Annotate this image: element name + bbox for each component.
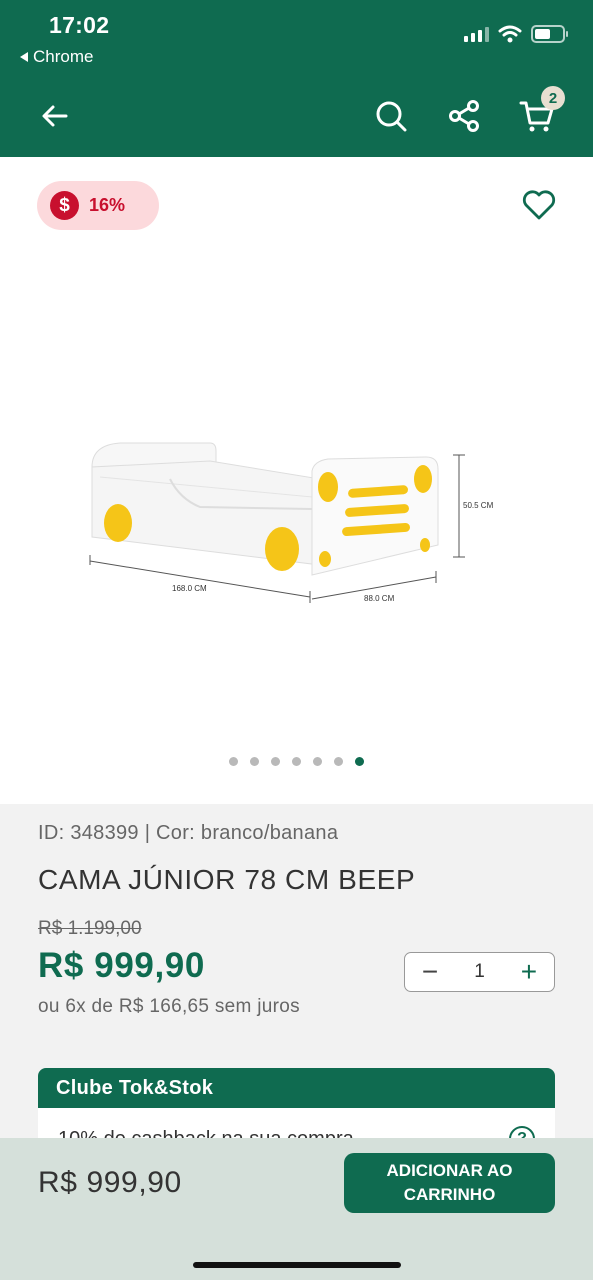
battery-icon [531, 25, 568, 43]
quantity-value[interactable]: 1 [474, 961, 485, 983]
status-icons [464, 25, 568, 43]
quantity-stepper: − 1 + [404, 952, 555, 992]
bottom-bar: R$ 999,90 ADICIONAR AO CARRINHO [0, 1138, 593, 1280]
wifi-icon [498, 25, 522, 43]
height-label: 50.5 CM [463, 501, 494, 510]
gallery-dot[interactable] [334, 757, 343, 766]
dollar-icon: $ [50, 191, 79, 220]
length-label: 168.0 CM [172, 584, 207, 593]
product-image: 168.0 CM 88.0 CM 50.5 CM [89, 442, 494, 603]
gallery-dot[interactable] [229, 757, 238, 766]
share-icon [449, 100, 479, 132]
gallery-dot[interactable] [313, 757, 322, 766]
product-gallery[interactable]: $ 16% 168.0 CM 88.0 CM 50.5 CM [0, 157, 593, 804]
product-meta: ID: 348399 | Cor: branco/banana [38, 822, 339, 844]
back-app-label: Chrome [33, 47, 94, 66]
back-to-app-link[interactable]: Chrome [20, 47, 93, 67]
cart-button[interactable]: 2 [513, 86, 565, 140]
back-triangle-icon [20, 52, 28, 62]
home-indicator[interactable] [193, 1262, 401, 1268]
increase-quantity-button[interactable]: + [516, 958, 542, 986]
back-button[interactable] [31, 92, 79, 140]
search-icon [376, 101, 407, 132]
app-header: 17:02 Chrome 2 [0, 0, 593, 157]
decrease-quantity-button[interactable]: − [417, 958, 443, 986]
club-title: Clube Tok&Stok [38, 1068, 555, 1108]
gallery-dot[interactable] [292, 757, 301, 766]
signal-icon [464, 26, 489, 42]
search-button[interactable] [367, 92, 415, 140]
share-button[interactable] [440, 92, 488, 140]
cart-count-badge: 2 [541, 86, 565, 110]
gallery-dot[interactable] [355, 757, 364, 766]
discount-badge: $ 16% [37, 181, 159, 230]
heart-icon [522, 190, 556, 220]
product-title: CAMA JÚNIOR 78 CM BEEP [38, 864, 416, 895]
width-label: 88.0 CM [364, 594, 395, 603]
old-price: R$ 1.199,00 [38, 918, 142, 939]
bottom-price: R$ 999,90 [38, 1166, 182, 1199]
gallery-dot[interactable] [250, 757, 259, 766]
add-to-cart-button[interactable]: ADICIONAR AO CARRINHO [344, 1153, 555, 1213]
favorite-button[interactable] [521, 187, 557, 223]
status-time: 17:02 [49, 12, 110, 38]
gallery-dot[interactable] [271, 757, 280, 766]
gallery-pagination [0, 757, 593, 766]
discount-percent: 16% [89, 195, 126, 215]
back-arrow-icon [42, 105, 68, 127]
installments-text: ou 6x de R$ 166,65 sem juros [38, 996, 300, 1017]
